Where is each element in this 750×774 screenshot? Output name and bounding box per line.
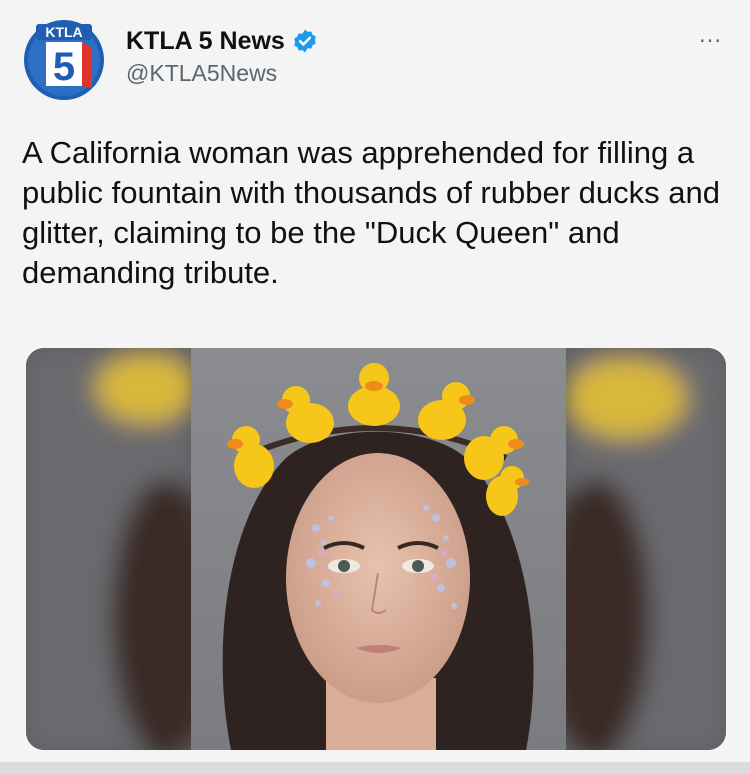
tweet-text: A California woman was apprehended for f…	[22, 135, 720, 290]
logo-number: 5	[53, 45, 75, 89]
verified-badge-icon	[293, 29, 316, 53]
bottom-strip	[0, 762, 750, 774]
ktla-logo[interactable]: KTLA 5	[22, 18, 106, 102]
display-name[interactable]: KTLA 5 News	[126, 27, 285, 56]
tweet-card: KTLA 5 KTLA 5 News @KTLA5News ... A Cali…	[0, 0, 750, 774]
logo-wordmark: KTLA	[45, 24, 82, 40]
handle[interactable]: @KTLA5News	[126, 60, 318, 87]
more-options-icon[interactable]: ...	[699, 23, 722, 47]
tweet-header: KTLA 5 KTLA 5 News @KTLA5News ...	[22, 18, 732, 108]
mugshot-image	[26, 348, 726, 750]
author-block: KTLA 5 News @KTLA5News	[126, 24, 318, 87]
tweet-photo[interactable]	[26, 348, 726, 750]
